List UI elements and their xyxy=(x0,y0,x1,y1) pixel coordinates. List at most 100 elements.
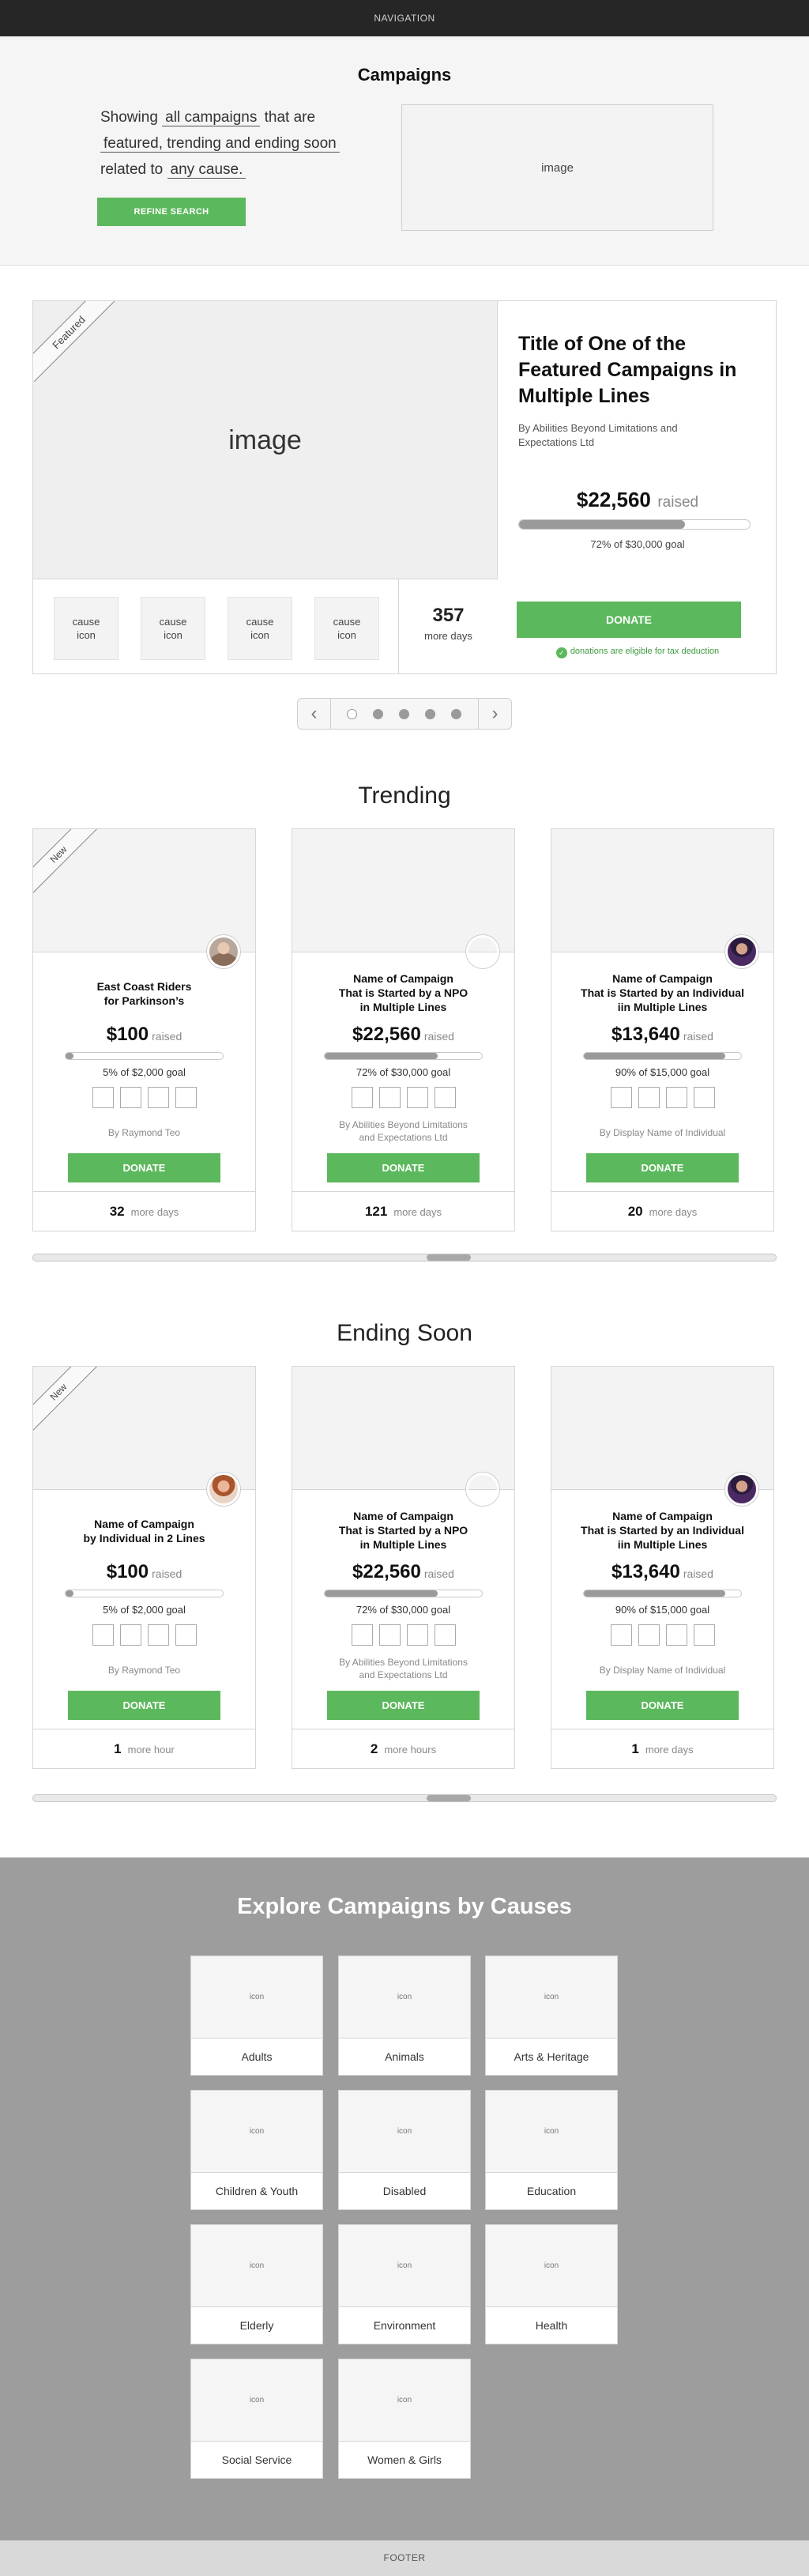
progress-bar xyxy=(583,1590,742,1597)
trending-scrollbar[interactable] xyxy=(32,1254,777,1262)
cause-icon[interactable] xyxy=(434,1087,456,1108)
avatar xyxy=(207,935,240,968)
cause-icon[interactable] xyxy=(378,1624,401,1646)
cause-icon[interactable] xyxy=(434,1624,456,1646)
cause-icon[interactable]: cause icon xyxy=(228,597,292,660)
cause-icon[interactable] xyxy=(175,1087,197,1108)
campaign-image-placeholder[interactable] xyxy=(551,829,773,952)
campaign-card[interactable]: Name of Campaign That is Started by an In… xyxy=(551,828,774,1231)
campaign-image-placeholder[interactable] xyxy=(292,1367,514,1490)
avatar xyxy=(466,935,499,968)
cause-icon[interactable] xyxy=(406,1087,428,1108)
campaign-title[interactable]: Name of Campaign That is Started by a NPO… xyxy=(300,1509,506,1552)
raised-label: raised xyxy=(657,494,699,511)
cause-tile[interactable]: icon Education xyxy=(485,2090,618,2210)
cause-icon[interactable] xyxy=(638,1087,660,1108)
campaign-title[interactable]: Name of Campaign That is Started by an In… xyxy=(559,971,766,1014)
cause-tile[interactable]: icon Women & Girls xyxy=(338,2359,471,2479)
days-left: 1 more days xyxy=(551,1729,773,1768)
cause-icon[interactable] xyxy=(175,1624,197,1646)
carousel-dot[interactable] xyxy=(425,709,435,719)
cause-tile[interactable]: icon Elderly xyxy=(190,2224,323,2344)
campaign-title[interactable]: East Coast Riders for Parkinson’s xyxy=(41,979,247,1008)
cause-tile[interactable]: icon Disabled xyxy=(338,2090,471,2210)
ending-scrollbar[interactable] xyxy=(32,1794,777,1802)
carousel-dot[interactable] xyxy=(347,709,357,719)
cause-tile[interactable]: icon Environment xyxy=(338,2224,471,2344)
cause-icon[interactable] xyxy=(119,1087,141,1108)
cause-icon[interactable] xyxy=(147,1087,169,1108)
cause-tile[interactable]: icon Social Service xyxy=(190,2359,323,2479)
cause-tile[interactable]: icon Animals xyxy=(338,1956,471,2076)
scroll-thumb[interactable] xyxy=(427,1795,471,1801)
donate-button[interactable]: DONATE xyxy=(586,1153,739,1182)
donate-button[interactable]: DONATE xyxy=(68,1153,220,1182)
campaign-title[interactable]: Name of Campaign That is Started by a NPO… xyxy=(300,971,506,1014)
campaign-title[interactable]: Name of Campaign by Individual in 2 Lines xyxy=(41,1517,247,1545)
cause-icon[interactable] xyxy=(638,1624,660,1646)
cause-icon[interactable]: cause icon xyxy=(314,597,379,660)
navigation-bar[interactable]: NAVIGATION xyxy=(0,0,809,36)
cause-tile[interactable]: icon Children & Youth xyxy=(190,2090,323,2210)
campaign-card[interactable]: Name of Campaign That is Started by a NPO… xyxy=(292,828,515,1231)
cause-icon[interactable] xyxy=(693,1624,715,1646)
campaign-amount: $100 raised xyxy=(33,1561,255,1583)
cause-icon[interactable] xyxy=(119,1624,141,1646)
carousel-dot[interactable] xyxy=(373,709,383,719)
progress-fill xyxy=(584,1590,726,1597)
cause-icon[interactable] xyxy=(610,1087,632,1108)
donate-button[interactable]: DONATE xyxy=(327,1153,480,1182)
cause-icon[interactable] xyxy=(406,1624,428,1646)
cause-icons xyxy=(551,1624,773,1650)
cause-icon[interactable] xyxy=(92,1624,114,1646)
donate-button[interactable]: DONATE xyxy=(517,602,741,638)
campaign-image-placeholder[interactable] xyxy=(551,1367,773,1490)
featured-campaign[interactable]: image Featured cause icon cause icon cause… xyxy=(32,300,777,674)
days-label: more days xyxy=(130,1206,179,1218)
cause-icon[interactable] xyxy=(351,1624,373,1646)
campaign-card[interactable]: New Name of Campaign by Individual in 2 Li… xyxy=(32,1366,256,1769)
campaign-title[interactable]: Name of Campaign That is Started by an In… xyxy=(559,1509,766,1552)
cause-tile[interactable]: icon Arts & Heritage xyxy=(485,1956,618,2076)
cause-icons xyxy=(292,1087,514,1112)
filter-link[interactable]: all campaigns xyxy=(162,109,261,126)
carousel-dot[interactable] xyxy=(399,709,409,719)
cause-icon[interactable]: cause icon xyxy=(141,597,205,660)
cause-icon[interactable] xyxy=(92,1087,114,1108)
campaign-card[interactable]: New East Coast Riders for Parkinson’s $100 r… xyxy=(32,828,256,1231)
cause-tile[interactable]: icon Adults xyxy=(190,1956,323,2076)
cause-icon[interactable] xyxy=(378,1087,401,1108)
cause-icon[interactable] xyxy=(147,1624,169,1646)
campaign-image-placeholder[interactable] xyxy=(292,829,514,952)
cause-icon-label: cause icon xyxy=(246,616,274,641)
campaign-card[interactable]: Name of Campaign That is Started by a NPO… xyxy=(292,1366,515,1769)
featured-title[interactable]: Title of One of the Featured Campaigns i… xyxy=(518,331,755,409)
cause-icon[interactable] xyxy=(693,1087,715,1108)
days-label: more hour xyxy=(127,1744,175,1756)
prev-arrow-icon[interactable]: ‹ xyxy=(298,699,331,729)
cause-icon[interactable] xyxy=(665,1087,687,1108)
scroll-thumb[interactable] xyxy=(427,1254,471,1261)
cause-icon[interactable]: cause icon xyxy=(54,597,119,660)
featured-image-placeholder[interactable]: image xyxy=(33,301,498,579)
campaign-card[interactable]: Name of Campaign That is Started by an In… xyxy=(551,1366,774,1769)
sort-link[interactable]: featured, trending and ending soon xyxy=(100,135,340,153)
cause-icon[interactable] xyxy=(665,1624,687,1646)
donate-button[interactable]: DONATE xyxy=(586,1691,739,1720)
cause-icons xyxy=(33,1087,255,1112)
next-arrow-icon[interactable]: › xyxy=(478,699,511,729)
progress-bar xyxy=(518,519,751,530)
avatar xyxy=(725,1473,758,1506)
tax-note-text: donations are eligible for tax deduction xyxy=(570,647,720,656)
refine-search-button[interactable]: REFINE SEARCH xyxy=(97,198,246,226)
cause-icon[interactable] xyxy=(351,1087,373,1108)
cause-tile[interactable]: icon Health xyxy=(485,2224,618,2344)
progress-fill xyxy=(325,1590,438,1597)
progress-bar xyxy=(324,1052,483,1060)
carousel-dot[interactable] xyxy=(451,709,461,719)
cause-icon[interactable] xyxy=(610,1624,632,1646)
cause-icon: icon xyxy=(191,2225,322,2307)
donate-button[interactable]: DONATE xyxy=(68,1691,220,1720)
donate-button[interactable]: DONATE xyxy=(327,1691,480,1720)
cause-link[interactable]: any cause. xyxy=(167,161,246,179)
